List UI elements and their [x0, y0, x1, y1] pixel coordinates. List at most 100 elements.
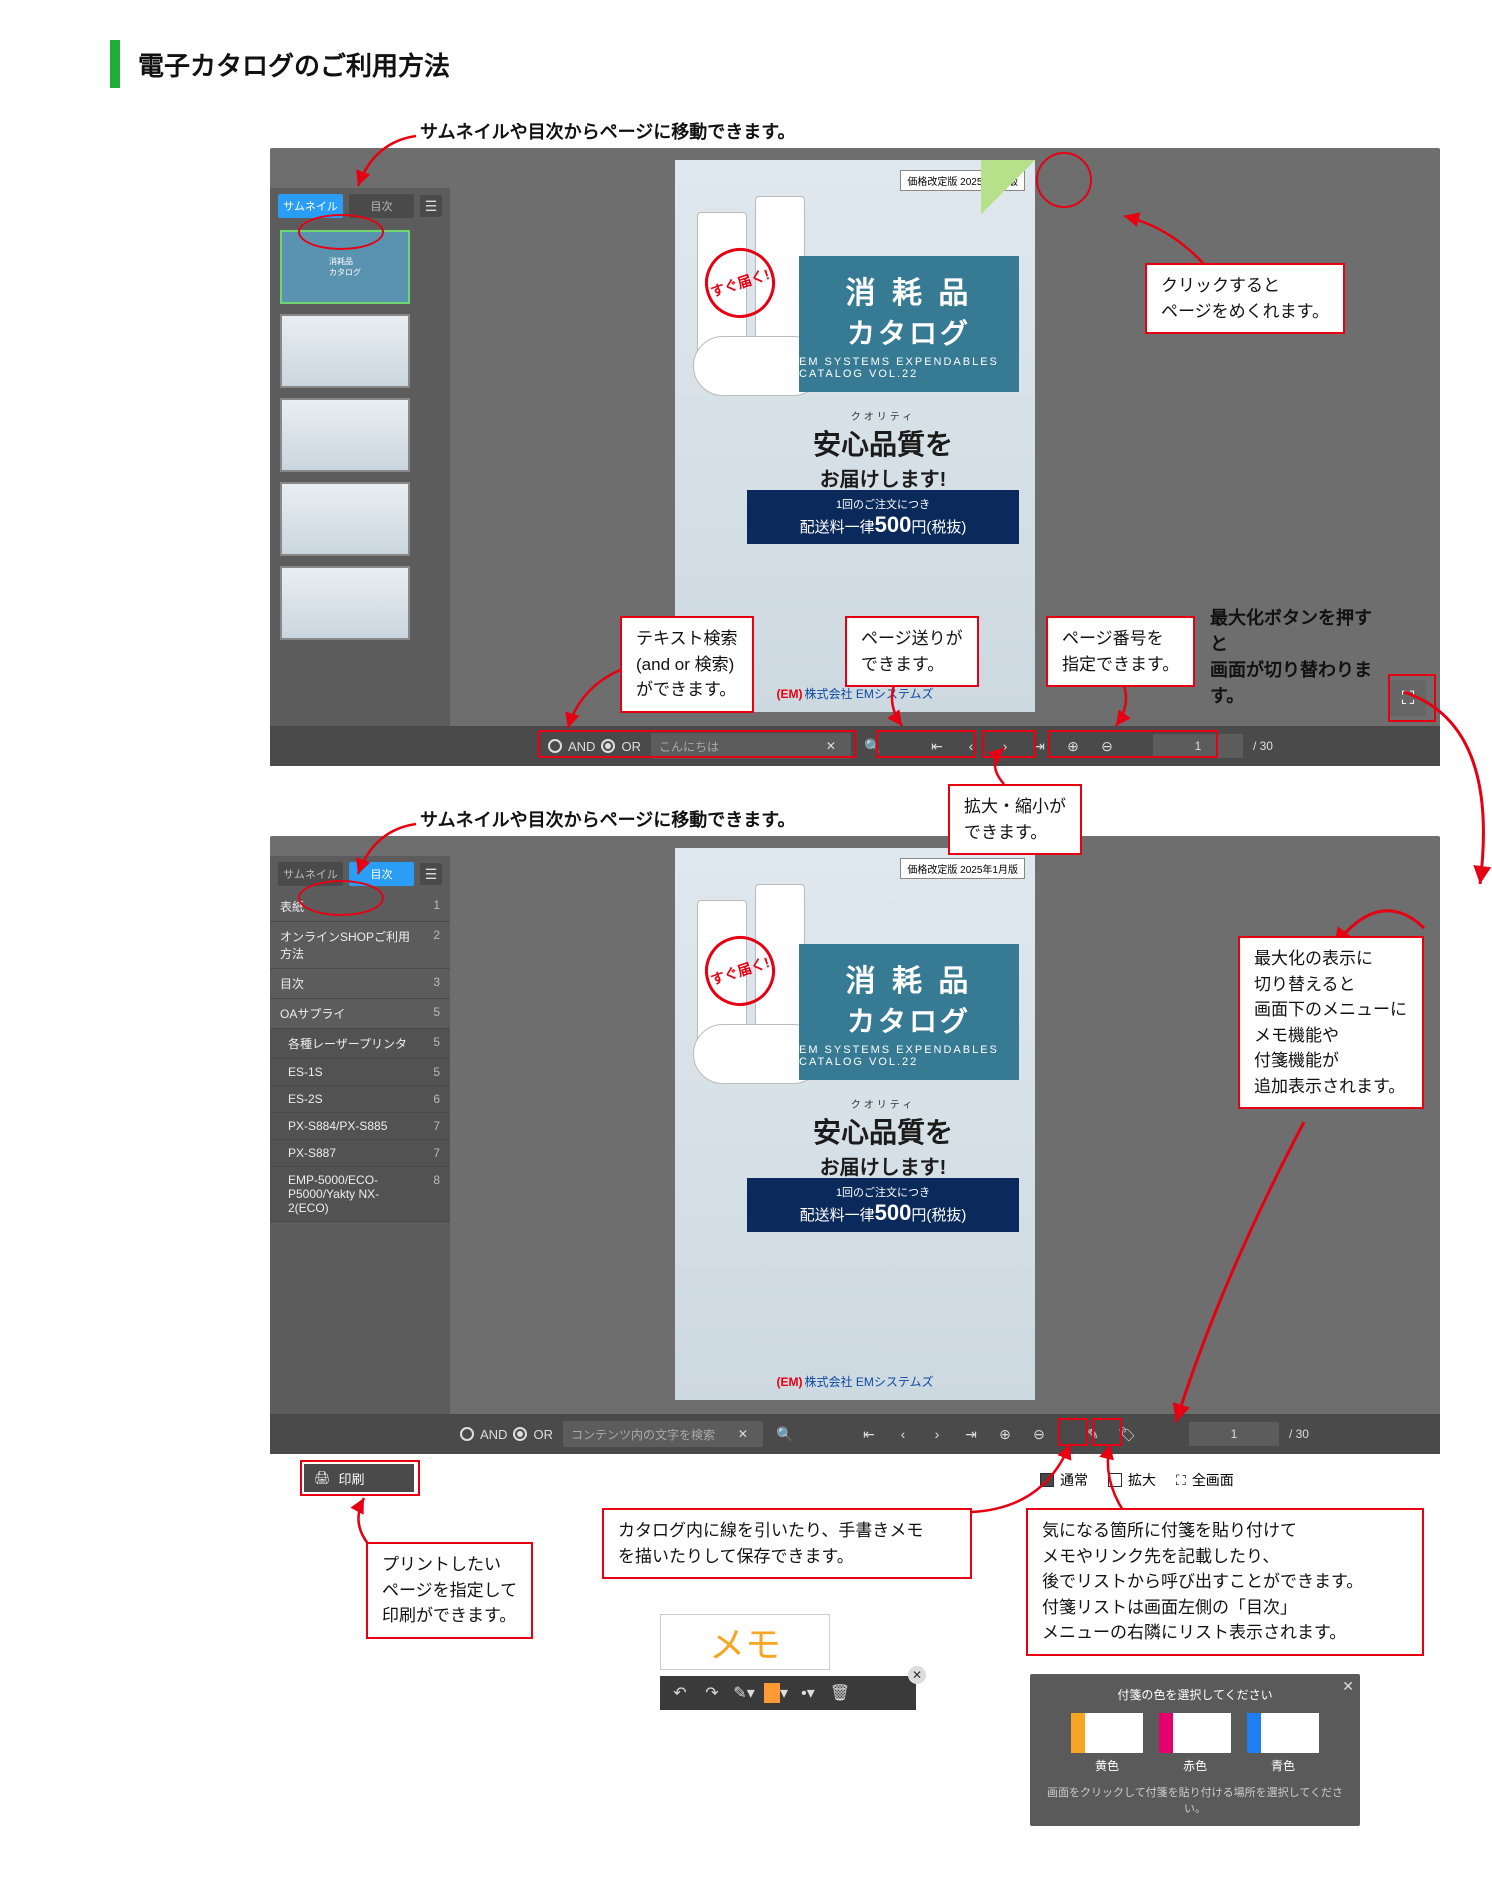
toc-item[interactable]: ES-1S5: [270, 1059, 450, 1086]
list-view-icon-b[interactable]: ☰: [420, 863, 442, 885]
search-input-b[interactable]: コンテンツ内の文字を検索 ✕: [563, 1421, 763, 1447]
toc-item[interactable]: 目次3: [270, 969, 450, 999]
callout-page-turn: クリックするとページをめくれます。: [1145, 263, 1345, 334]
thumbnail-page-3[interactable]: [280, 398, 410, 472]
page-total: / 30: [1253, 739, 1273, 753]
color-swatch[interactable]: ▾: [764, 1681, 788, 1705]
sticky-panel-footer: 画面をクリックして付箋を貼り付ける場所を選択してください。: [1044, 1784, 1346, 1816]
prev-page-icon-b[interactable]: ‹: [891, 1422, 915, 1446]
memo-canvas: メモ: [660, 1614, 830, 1670]
next-page-icon-b[interactable]: ›: [925, 1422, 949, 1446]
search-input[interactable]: こんにちは ✕: [651, 733, 851, 759]
search-clear-icon[interactable]: ✕: [819, 734, 843, 758]
thumbnail-list[interactable]: 消耗品カタログ: [270, 224, 450, 646]
toc-list[interactable]: 表紙1オンラインSHOPご利用方法2目次3OAサプライ5各種レーザープリンタ5E…: [270, 892, 450, 1222]
search-mode-group: AND OR: [548, 739, 641, 754]
radio-and[interactable]: [548, 739, 562, 753]
callout-draw: カタログ内に線を引いたり、手書きメモを描いたりして保存できます。: [602, 1508, 972, 1579]
search-icon-b[interactable]: 🔍: [773, 1422, 797, 1446]
radio-and-b[interactable]: [460, 1427, 474, 1441]
prev-page-icon[interactable]: ‹: [959, 734, 983, 758]
close-icon[interactable]: ✕: [1342, 1678, 1354, 1695]
catalog-company-b: (EM)株式会社 EMシステムズ: [675, 1373, 1035, 1390]
callout-print: プリントしたいページを指定して印刷ができます。: [366, 1542, 533, 1639]
tab-thumbnails[interactable]: サムネイル: [278, 194, 343, 218]
tab-toc-b[interactable]: 目次: [349, 862, 414, 886]
view-mode-normal[interactable]: 通常: [1040, 1470, 1088, 1490]
toc-item[interactable]: PX-S8877: [270, 1140, 450, 1167]
toc-item[interactable]: OAサプライ5: [270, 999, 450, 1029]
catalog-cover-b[interactable]: 価格改定版 2025年1月版 すぐ届く! 消 耗 品 カタログ EM SYSTE…: [675, 848, 1035, 1400]
page-title: 電子カタログのご利用方法: [138, 46, 450, 83]
toolbar-a: AND OR こんにちは ✕ 🔍 ⇤ ‹ › ⇥ ⊕ ⊖ 1 / 30: [270, 726, 1440, 766]
callout-search: テキスト検索(and or 検索)ができます。: [620, 616, 754, 713]
memo-sample: メモ ✕ ↶ ↷ ✎▾ ▾ •▾ 🗑: [660, 1614, 916, 1710]
toc-item[interactable]: PX-S884/PX-S8857: [270, 1113, 450, 1140]
view-mode-bar: 通常 拡大 ⛶全画面: [1030, 1466, 1440, 1494]
toc-item[interactable]: ES-2S6: [270, 1086, 450, 1113]
toc-item[interactable]: 表紙1: [270, 892, 450, 922]
sticky-color-red[interactable]: [1159, 1713, 1231, 1753]
list-view-icon[interactable]: ☰: [420, 195, 442, 217]
next-page-icon[interactable]: ›: [993, 734, 1017, 758]
sticky-color-panel: ✕ 付箋の色を選択してください 黄色 赤色 青色 画面をクリックして付箋を貼り付…: [1030, 1674, 1360, 1826]
close-icon[interactable]: ✕: [908, 1666, 926, 1684]
undo-icon[interactable]: ↶: [668, 1681, 692, 1705]
first-page-icon-b[interactable]: ⇤: [857, 1422, 881, 1446]
callout-pager: ページ送りができます。: [845, 616, 979, 687]
last-page-icon-b[interactable]: ⇥: [959, 1422, 983, 1446]
page-number-input-b[interactable]: 1: [1189, 1422, 1279, 1446]
catalog-shipping-bar: 1回のご注文につき 配送料一律500円(税抜): [747, 490, 1019, 544]
sidebar-b: サムネイル 目次 ☰ 表紙1オンラインSHOPご利用方法2目次3OAサプライ5各…: [270, 856, 450, 1414]
pencil-icon[interactable]: ✎▾: [732, 1681, 756, 1705]
stroke-width-icon[interactable]: •▾: [796, 1681, 820, 1705]
zoom-out-icon[interactable]: ⊖: [1095, 734, 1119, 758]
callout-sticky: 気になる箇所に付箋を貼り付けて メモやリンク先を記載したり、 後でリストから呼び…: [1026, 1508, 1424, 1656]
page-curl-icon[interactable]: [981, 160, 1035, 214]
sticky-color-yellow[interactable]: [1071, 1713, 1143, 1753]
tab-toc[interactable]: 目次: [349, 194, 414, 218]
search-clear-icon-b[interactable]: ✕: [731, 1422, 755, 1446]
viewer-b: サムネイル 目次 ☰ 表紙1オンラインSHOPご利用方法2目次3OAサプライ5各…: [270, 836, 1440, 1454]
toc-item[interactable]: EMP-5000/ECO-P5000/Yakty NX-2(ECO)8: [270, 1167, 450, 1222]
maximize-button[interactable]: ⛶: [1390, 680, 1426, 716]
thumbnail-page-4[interactable]: [280, 482, 410, 556]
thumbnail-page-2[interactable]: [280, 314, 410, 388]
draw-tool-icon[interactable]: ✎: [1081, 1422, 1105, 1446]
sticky-note-tool-icon[interactable]: 🏷: [1115, 1422, 1139, 1446]
sticky-color-blue[interactable]: [1247, 1713, 1319, 1753]
callout-thumb-nav-a: サムネイルや目次からページに移動できます。: [420, 118, 795, 144]
toc-item[interactable]: 各種レーザープリンタ5: [270, 1029, 450, 1059]
thumbnail-page-1[interactable]: 消耗品カタログ: [280, 230, 410, 304]
fullscreen-icon: ⛶: [1176, 1472, 1186, 1489]
page-title-wrap: 電子カタログのご利用方法: [110, 40, 1382, 88]
zoom-out-icon-b[interactable]: ⊖: [1027, 1422, 1051, 1446]
redo-icon[interactable]: ↷: [700, 1681, 724, 1705]
toc-item[interactable]: オンラインSHOPご利用方法2: [270, 922, 450, 969]
thumbnail-page-5[interactable]: [280, 566, 410, 640]
callout-max: 最大化ボタンを押すと画面が切り替わります。: [1210, 604, 1382, 708]
first-page-icon[interactable]: ⇤: [925, 734, 949, 758]
catalog-title-panel-b: 消 耗 品 カタログ EM SYSTEMS EXPENDABLES CATALO…: [799, 944, 1019, 1080]
page-number-input[interactable]: 1: [1153, 734, 1243, 758]
callout-zoom: 拡大・縮小ができます。: [948, 784, 1082, 855]
view-mode-full[interactable]: ⛶全画面: [1176, 1470, 1234, 1490]
radio-or[interactable]: [601, 739, 615, 753]
catalog-shipping-bar-b: 1回のご注文につき 配送料一律500円(税抜): [747, 1178, 1019, 1232]
callout-maxview: 最大化の表示に 切り替えると 画面下のメニューに メモ機能や 付箋機能が 追加表…: [1238, 936, 1424, 1109]
trash-icon[interactable]: 🗑: [828, 1681, 852, 1705]
search-icon[interactable]: 🔍: [861, 734, 885, 758]
title-accent-bar: [110, 40, 120, 88]
sticky-panel-header: 付箋の色を選択してください: [1044, 1686, 1346, 1703]
print-icon: 🖨: [314, 1470, 331, 1486]
last-page-icon[interactable]: ⇥: [1027, 734, 1051, 758]
zoom-in-icon[interactable]: ⊕: [1061, 734, 1085, 758]
radio-or-b[interactable]: [513, 1427, 527, 1441]
print-button[interactable]: 🖨 印刷: [304, 1464, 414, 1492]
view-mode-zoom[interactable]: 拡大: [1108, 1470, 1156, 1490]
catalog-title-panel: 消 耗 品 カタログ EM SYSTEMS EXPENDABLES CATALO…: [799, 256, 1019, 392]
zoom-in-icon-b[interactable]: ⊕: [993, 1422, 1017, 1446]
toolbar-b: AND OR コンテンツ内の文字を検索 ✕ 🔍 ⇤ ‹ › ⇥ ⊕ ⊖ ✎ 🏷: [270, 1414, 1440, 1454]
tab-thumbnails-b[interactable]: サムネイル: [278, 862, 343, 886]
catalog-date-badge-b: 価格改定版 2025年1月版: [900, 858, 1025, 879]
